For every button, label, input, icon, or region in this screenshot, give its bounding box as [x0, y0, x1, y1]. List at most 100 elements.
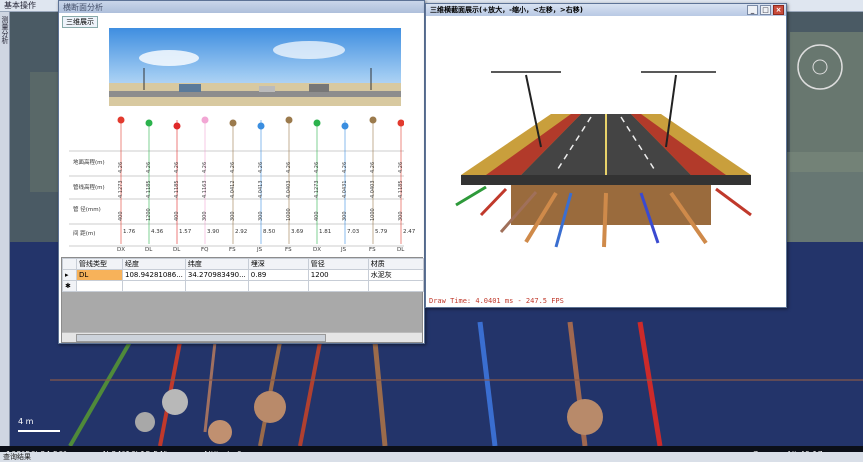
profile-ground-value: 4.26	[118, 161, 124, 173]
profile-pipe-value: 4.1185	[146, 180, 152, 199]
profile-distance-value: 3.90	[207, 229, 220, 235]
pipe-code-label: JS	[341, 247, 347, 253]
window-title: 三维横截面展示(+放大，-缩小，<左移，>右移)	[430, 6, 583, 14]
pipe-code-label: JS	[257, 247, 263, 253]
scrollbar-thumb[interactable]	[76, 334, 326, 342]
grid-header: 管线类型 经度 纬度 埋深 管径 材质	[62, 258, 425, 270]
3d-cross-section-window[interactable]: 三维横截面展示(+放大，-缩小，<左移，>右移) _ □ × Draw Time…	[425, 3, 787, 308]
profile-distance-value: 5.79	[375, 229, 388, 235]
col-latitude[interactable]: 纬度	[184, 258, 249, 270]
cell[interactable]: 108.94281086...	[122, 269, 186, 281]
pipe-code-label: DL	[397, 247, 405, 253]
pipe-marker[interactable]	[173, 122, 181, 130]
new-row-icon: ✱	[62, 280, 77, 292]
profile-ground-value: 4.26	[230, 161, 236, 173]
profile-distance-value: 2.92	[235, 229, 248, 235]
profile-dia-value: 300	[258, 211, 264, 221]
side-tab-measure[interactable]: 测量分析	[0, 16, 10, 44]
pipe-code-label: FS	[285, 247, 292, 253]
col-pipe-type[interactable]: 管线类型	[76, 258, 123, 270]
cell[interactable]: 0.89	[247, 269, 309, 281]
draw-time-readout: Draw Time: 4.0401 ms - 247.5 FPS	[429, 297, 564, 305]
col-depth[interactable]: 埋深	[247, 258, 309, 270]
profile-ground-value: 4.26	[342, 161, 348, 173]
profile-ground-value: 4.26	[286, 161, 292, 173]
profile-dia-value: 400	[118, 211, 124, 221]
profile-distance-value: 1.81	[319, 229, 332, 235]
profile-pipe-value: 4.0403	[370, 180, 376, 199]
close-button[interactable]: ×	[773, 5, 784, 15]
pipe-marker[interactable]	[117, 116, 125, 124]
minimize-button[interactable]: _	[747, 5, 758, 15]
profile-dia-value: 300	[398, 211, 404, 221]
profile-distance-value: 3.69	[291, 229, 304, 235]
profile-ground-value: 4.26	[174, 161, 180, 173]
col-longitude[interactable]: 经度	[122, 258, 186, 270]
3d-road-model	[455, 71, 752, 248]
pipe-marker[interactable]	[397, 119, 405, 127]
window-titlebar: 三维横截面展示(+放大，-缩小，<左移，>右移) _ □ ×	[426, 4, 786, 16]
query-result-tab[interactable]: 查询结果	[0, 452, 863, 462]
pipe-marker[interactable]	[257, 122, 265, 130]
window-titlebar: 横断面分析	[59, 1, 424, 13]
profile-dia-value: 300	[202, 211, 208, 221]
pipe-marker[interactable]	[285, 116, 293, 124]
maximize-button[interactable]: □	[760, 5, 771, 15]
pipe-code-label: DX	[117, 247, 126, 253]
cell[interactable]: 1200	[307, 269, 369, 281]
profile-distance-value: 8.50	[263, 229, 276, 235]
pipe-code-label: DL	[173, 247, 181, 253]
profile-ground-value: 4.26	[258, 161, 264, 173]
profile-dia-value: 1200	[146, 208, 152, 221]
pipe-code-label: FS	[229, 247, 236, 253]
profile-dia-value: 400	[314, 211, 320, 221]
pipe-code-label: DX	[313, 247, 322, 253]
horizontal-scrollbar[interactable]	[62, 332, 422, 342]
tab-3d-display[interactable]: 三维展示	[62, 16, 98, 28]
col-material[interactable]: 材质	[367, 258, 425, 270]
pipe-marker[interactable]	[201, 116, 209, 124]
profile-ground-value: 4.26	[146, 161, 152, 173]
pipe-marker[interactable]	[145, 119, 153, 127]
window-title: 横断面分析	[63, 2, 103, 12]
profile-pipe-value: 4.0412	[230, 180, 236, 199]
profile-ground-value: 4.26	[202, 161, 208, 173]
profile-pipe-value: 4.1185	[398, 180, 404, 199]
scale-bar	[18, 430, 60, 432]
new-row[interactable]: ✱	[62, 280, 425, 292]
pipe-marker[interactable]	[369, 116, 377, 124]
table-row[interactable]: ▸ DL 108.94281086... 34.270983490... 0.8…	[62, 269, 425, 281]
profile-distance-value: 1.76	[123, 229, 136, 235]
pipe-marker[interactable]	[229, 119, 237, 127]
cell[interactable]: DL	[76, 269, 123, 281]
result-table: 管线类型 经度 纬度 埋深 管径 材质 ▸ DL 108.94281086...…	[62, 258, 425, 292]
pipe-marker[interactable]	[313, 119, 321, 127]
profile-dia-value: 300	[342, 211, 348, 221]
profile-pipe-value: 4.1163	[202, 180, 208, 199]
profile-ground-value: 4.26	[398, 161, 404, 173]
side-tab-strip: 测量分析	[0, 12, 10, 446]
profile-dia-value: 1000	[370, 208, 376, 221]
col-diameter[interactable]: 管径	[307, 258, 369, 270]
row-selector-icon: ▸	[62, 269, 77, 281]
profile-dia-value: 300	[230, 211, 236, 221]
pipe-marker[interactable]	[341, 122, 349, 130]
cell[interactable]: 水泥灰	[367, 269, 425, 281]
profile-dia-value: 400	[174, 211, 180, 221]
pipe-code-label: DL	[145, 247, 153, 253]
cross-section-window[interactable]: 横断面分析 三维展示 地面高程(m) 管线高程(m) 管 径(mm) 间 距(m…	[58, 0, 425, 344]
profile-pipe-value: 4.1273	[118, 180, 124, 199]
street-scene-image	[109, 28, 401, 106]
profile-distance-value: 7.03	[347, 229, 360, 235]
scale-label: 4 m	[18, 417, 34, 426]
menu-basic-ops[interactable]: 基本操作	[4, 0, 36, 11]
profile-pipe-value: 4.1273	[314, 180, 320, 199]
row-label-ground: 地面高程(m)	[73, 160, 105, 166]
profile-pipe-value: 4.0431	[342, 180, 348, 199]
profile-pipe-value: 4.0403	[286, 180, 292, 199]
profile-distance-value: 4.36	[151, 229, 164, 235]
result-grid[interactable]: 管线类型 经度 纬度 埋深 管径 材质 ▸ DL 108.94281086...…	[61, 257, 425, 343]
profile-distance-value: 2.47	[403, 229, 416, 235]
cell[interactable]: 34.270983490...	[184, 269, 249, 281]
profile-dia-value: 1000	[286, 208, 292, 221]
